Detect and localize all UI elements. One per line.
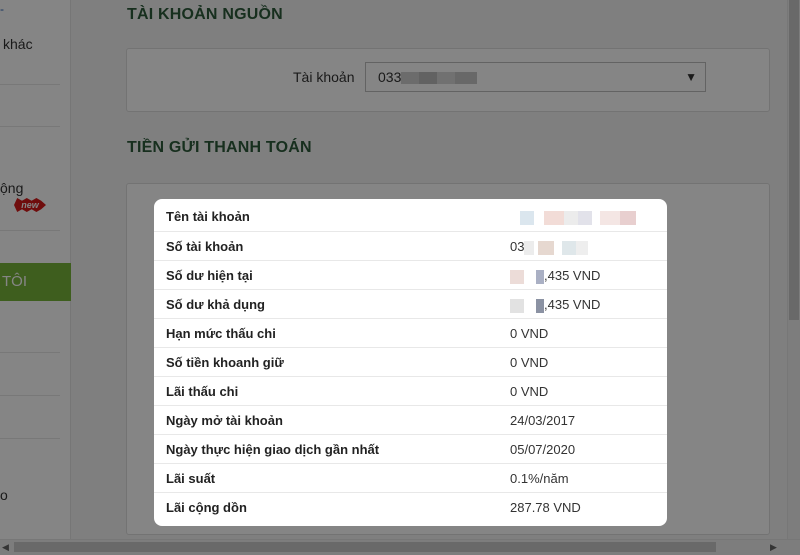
detail-row-overdraft-interest: Lãi thấu chi 0 VND bbox=[154, 376, 667, 405]
detail-row-available-balance: Số dư khả dụng ,435 VND bbox=[154, 289, 667, 318]
detail-value: 0 VND bbox=[510, 355, 549, 370]
detail-row-current-balance: Số dư hiện tại ,435 VND bbox=[154, 260, 667, 289]
detail-row-account-name: Tên tài khoản bbox=[154, 202, 667, 231]
detail-value bbox=[520, 202, 636, 231]
account-details-modal: Tên tài khoản Số tài khoản 03 Số dư hiện… bbox=[154, 199, 667, 526]
detail-label: Lãi suất bbox=[166, 471, 216, 486]
detail-value: 05/07/2020 bbox=[510, 442, 576, 457]
detail-label: Số tài khoản bbox=[166, 239, 244, 254]
detail-value: ,435 VND bbox=[510, 290, 600, 319]
detail-row-held-amount: Số tiền khoanh giữ 0 VND bbox=[154, 347, 667, 376]
detail-value: 287.78 VND bbox=[510, 500, 581, 515]
detail-row-last-transaction-date: Ngày thực hiện giao dịch gần nhất 05/07/… bbox=[154, 434, 667, 463]
detail-label: Lãi cộng dồn bbox=[166, 500, 247, 515]
redacted-account-number bbox=[524, 240, 589, 255]
detail-label: Lãi thấu chi bbox=[166, 384, 239, 399]
detail-row-open-date: Ngày mở tài khoản 24/03/2017 bbox=[154, 405, 667, 434]
detail-label: Tên tài khoản bbox=[166, 209, 250, 224]
detail-label: Số dư khả dụng bbox=[166, 297, 265, 312]
detail-value: 03 bbox=[510, 232, 589, 261]
detail-label: Số dư hiện tại bbox=[166, 268, 253, 283]
detail-value: 0 VND bbox=[510, 384, 549, 399]
detail-row-interest-rate: Lãi suất 0.1%/năm bbox=[154, 463, 667, 492]
detail-label: Số tiền khoanh giữ bbox=[166, 355, 284, 370]
detail-label: Hạn mức thấu chi bbox=[166, 326, 276, 341]
detail-label: Ngày thực hiện giao dịch gần nhất bbox=[166, 442, 380, 457]
redacted-balance-digits bbox=[510, 298, 544, 313]
detail-row-account-number: Số tài khoản 03 bbox=[154, 231, 667, 260]
detail-value: ,435 VND bbox=[510, 261, 600, 290]
detail-row-accrued-interest: Lãi cộng dồn 287.78 VND bbox=[154, 492, 667, 521]
detail-value: 0.1%/năm bbox=[510, 471, 569, 486]
detail-label: Ngày mở tài khoản bbox=[166, 413, 283, 428]
redacted-account-name bbox=[520, 210, 636, 225]
redacted-balance-digits bbox=[510, 269, 544, 284]
detail-value: 24/03/2017 bbox=[510, 413, 576, 428]
detail-row-overdraft-limit: Hạn mức thấu chi 0 VND bbox=[154, 318, 667, 347]
detail-value: 0 VND bbox=[510, 326, 549, 341]
